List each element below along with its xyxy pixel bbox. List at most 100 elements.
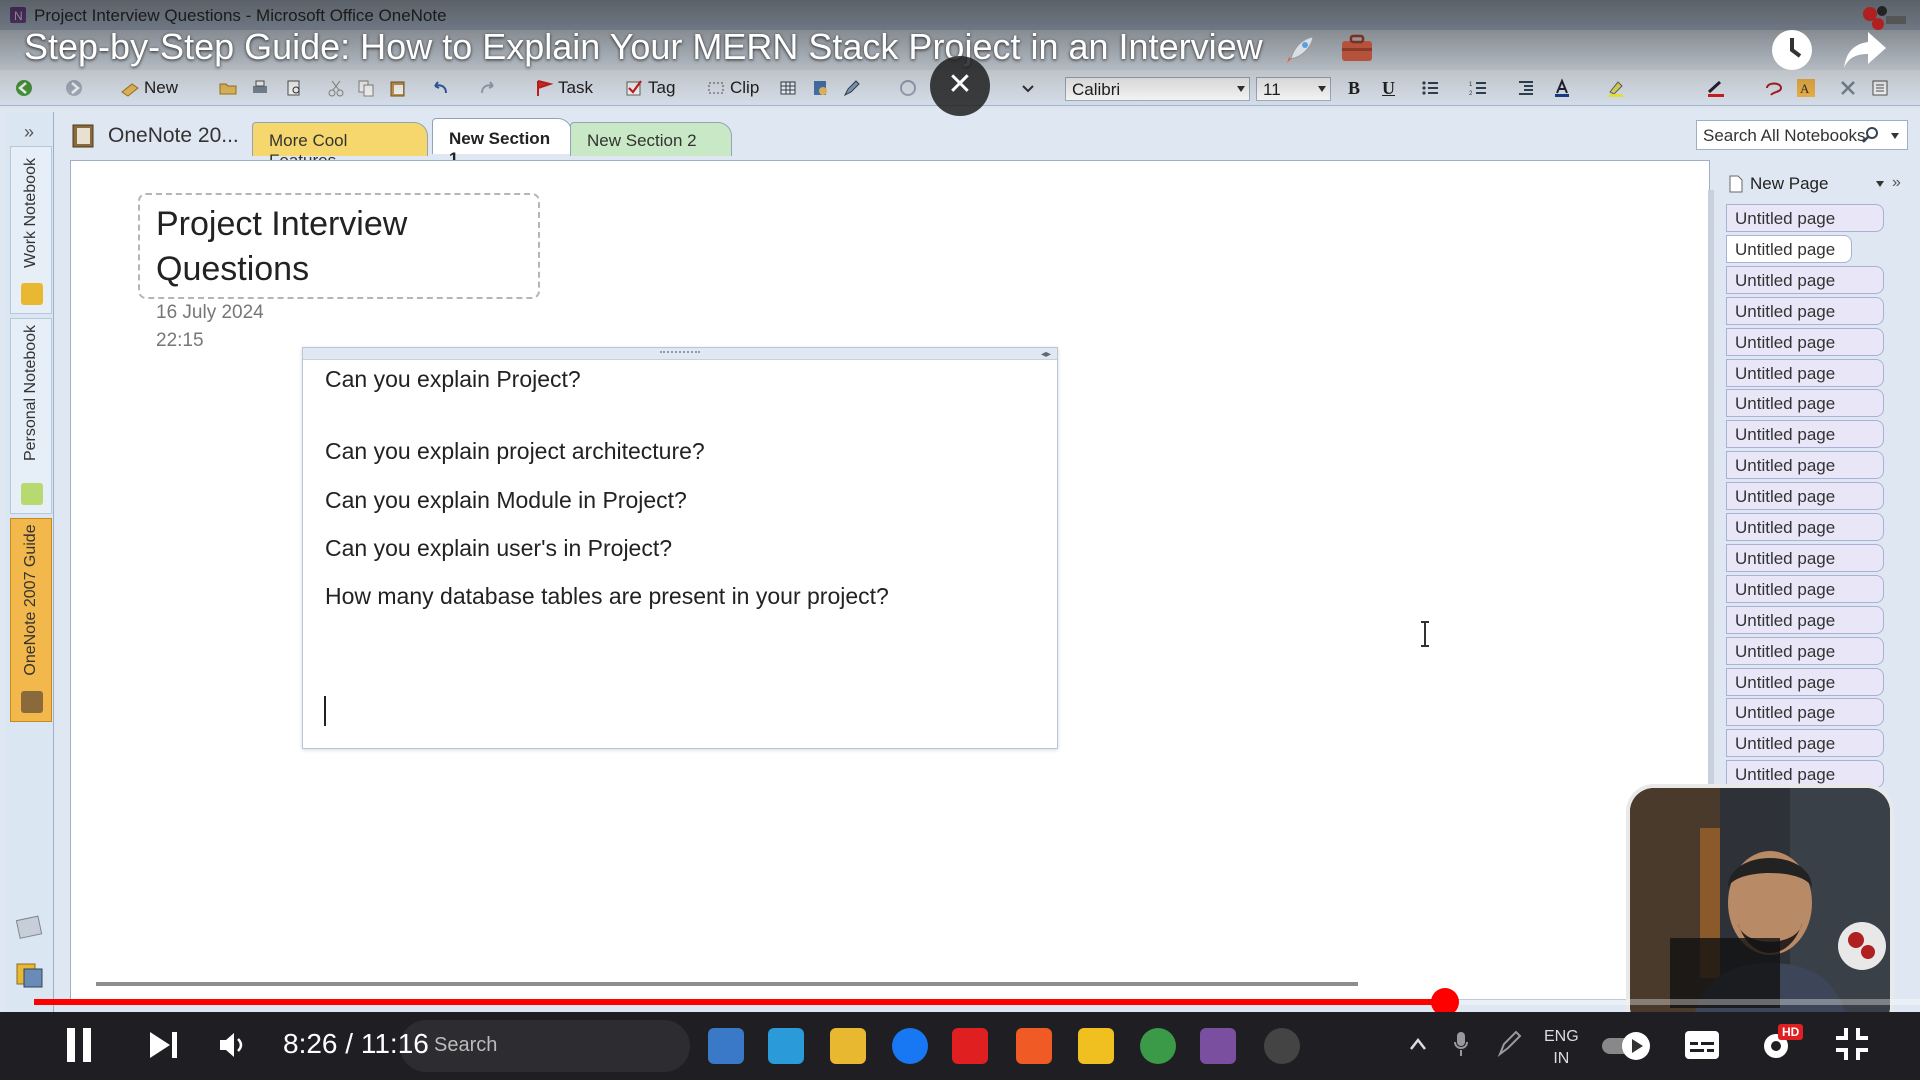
resize-arrows-icon[interactable]: ◂▸	[1041, 349, 1051, 360]
language-indicator[interactable]: ENG IN	[1544, 1026, 1579, 1070]
all-notebooks-icon[interactable]	[14, 960, 46, 990]
page-tab-item[interactable]: Untitled page	[1726, 543, 1884, 572]
page-tab-item[interactable]: Untitled page	[1726, 265, 1884, 294]
pen-input-icon[interactable]	[1496, 1030, 1522, 1058]
page-tab-item[interactable]: Untitled page	[1726, 451, 1884, 480]
page-title[interactable]: Project Interview Questions	[156, 202, 536, 292]
page-tab-item[interactable]: Untitled page	[1726, 513, 1884, 541]
print-button[interactable]	[250, 76, 270, 100]
notebook-title[interactable]: OneNote 20...	[70, 122, 239, 150]
pause-icon[interactable]	[64, 1026, 94, 1064]
sync-button[interactable]	[898, 76, 918, 100]
page-tab-item[interactable]: Untitled page	[1726, 296, 1884, 325]
forward-button[interactable]	[64, 76, 84, 100]
tab-new-section-1[interactable]: New Section 1	[432, 118, 572, 168]
note-line[interactable]: Can you explain project architecture?	[325, 438, 705, 465]
page-tab-item[interactable]: Untitled page	[1726, 234, 1852, 263]
page-tab-item[interactable]: Untitled page	[1726, 667, 1884, 696]
tab-new-section-2[interactable]: New Section 2	[570, 122, 732, 156]
watch-later-icon[interactable]	[1770, 28, 1814, 72]
redo-button[interactable]	[478, 76, 498, 100]
search-notebooks-input[interactable]: Search All Notebooks	[1696, 120, 1908, 150]
mail-app-icon[interactable]	[708, 1028, 744, 1064]
facebook-icon[interactable]	[892, 1028, 928, 1064]
sticky-notes-icon[interactable]	[1078, 1028, 1114, 1064]
toolbar-overflow-button[interactable]	[1018, 76, 1038, 100]
page-tab-item[interactable]: Untitled page	[1726, 482, 1884, 511]
next-video-icon[interactable]	[148, 1030, 180, 1060]
clip-button[interactable]: Clip	[706, 76, 759, 100]
back-button[interactable]	[14, 76, 34, 100]
numbering-button[interactable]: 12	[1468, 76, 1488, 100]
font-name-select[interactable]: Calibri	[1065, 77, 1250, 101]
brave-browser-icon[interactable]	[1016, 1028, 1052, 1064]
notebook-tab-onenote-guide[interactable]: OneNote 2007 Guide	[10, 518, 52, 722]
notebook-tab-work[interactable]: Work Notebook	[10, 146, 52, 314]
tag-button[interactable]: Tag	[624, 76, 675, 100]
page-tab-item[interactable]: Untitled page	[1726, 729, 1884, 758]
page-horizontal-scrollbar[interactable]	[96, 982, 1358, 986]
page-list-button[interactable]	[1870, 76, 1890, 100]
table-button[interactable]	[778, 76, 798, 100]
search-icon[interactable]	[1861, 126, 1879, 144]
paste-button[interactable]	[388, 76, 408, 100]
note-line[interactable]: Can you explain user's in Project?	[325, 535, 672, 562]
page-tab-item[interactable]: Untitled page	[1726, 358, 1884, 387]
font-color-button[interactable]	[1552, 76, 1572, 100]
chrome-browser-icon[interactable]	[1140, 1028, 1176, 1064]
store-app-icon[interactable]	[768, 1028, 804, 1064]
new-page-button[interactable]: New Page	[1728, 170, 1884, 198]
note-line[interactable]: Can you explain Project?	[325, 366, 581, 393]
page-tab-item[interactable]: Untitled page	[1726, 389, 1884, 418]
page-tab-item[interactable]: Untitled page	[1726, 327, 1884, 356]
expand-pages-icon[interactable]: »	[1892, 174, 1901, 192]
video-progress-bar[interactable]	[34, 988, 1920, 1016]
page-tab-item[interactable]: Untitled page	[1726, 605, 1884, 634]
file-explorer-icon[interactable]	[830, 1028, 866, 1064]
outdent-button[interactable]	[1516, 76, 1536, 100]
video-title[interactable]: Step-by-Step Guide: How to Explain Your …	[24, 26, 1375, 68]
autoplay-toggle-icon[interactable]	[1600, 1028, 1650, 1064]
page-tab-item[interactable]: Untitled page	[1726, 204, 1884, 232]
bold-button[interactable]: B	[1348, 78, 1360, 99]
volume-icon[interactable]	[218, 1030, 248, 1060]
page-tab-item[interactable]: Untitled page	[1726, 636, 1884, 665]
settings-button[interactable]: HD	[1758, 1024, 1808, 1064]
highlight-button[interactable]	[1606, 76, 1626, 100]
recorder-app-icon[interactable]	[1264, 1028, 1300, 1064]
captions-icon[interactable]	[1684, 1030, 1720, 1060]
text-style-button[interactable]: A	[1796, 76, 1816, 100]
note-line[interactable]: Can you explain Module in Project?	[325, 487, 687, 514]
notebook-tab-personal[interactable]: Personal Notebook	[10, 318, 52, 514]
bullets-button[interactable]	[1420, 76, 1440, 100]
font-size-select[interactable]: 11	[1256, 77, 1331, 101]
expand-nav-icon[interactable]: »	[24, 122, 34, 143]
pen-color-button[interactable]	[1706, 76, 1726, 100]
unfiled-notes-icon[interactable]	[14, 912, 46, 942]
chevron-up-icon[interactable]	[1408, 1036, 1428, 1052]
page-tab-item[interactable]: Untitled page	[1726, 420, 1884, 449]
note-container-handle[interactable]: ◂▸	[303, 348, 1057, 360]
onenote-taskbar-icon[interactable]	[1200, 1028, 1236, 1064]
note-line[interactable]: How many database tables are present in …	[325, 583, 889, 610]
pen-button[interactable]	[842, 76, 862, 100]
lasso-button[interactable]	[1764, 76, 1784, 100]
open-button[interactable]	[218, 76, 238, 100]
underline-button[interactable]: U	[1382, 78, 1395, 99]
print-preview-button[interactable]	[284, 76, 304, 100]
close-overlay-button[interactable]: ✕	[930, 56, 990, 116]
cut-button[interactable]	[326, 76, 346, 100]
copy-button[interactable]	[356, 76, 376, 100]
chevron-down-icon[interactable]	[1876, 181, 1884, 187]
share-icon[interactable]	[1842, 28, 1888, 70]
note-container[interactable]: ◂▸ Can you explain Project? Can you expl…	[302, 347, 1058, 749]
exit-fullscreen-icon[interactable]	[1834, 1026, 1870, 1062]
youtube-app-icon[interactable]	[952, 1028, 988, 1064]
task-button[interactable]: Task	[534, 76, 593, 100]
page-tab-item[interactable]: Untitled page	[1726, 698, 1884, 727]
microphone-icon[interactable]	[1452, 1030, 1470, 1058]
new-button[interactable]: New	[120, 76, 178, 100]
chevron-down-icon[interactable]	[1891, 133, 1899, 139]
delete-button[interactable]	[1838, 76, 1858, 100]
taskbar-search[interactable]: Search	[400, 1020, 690, 1072]
